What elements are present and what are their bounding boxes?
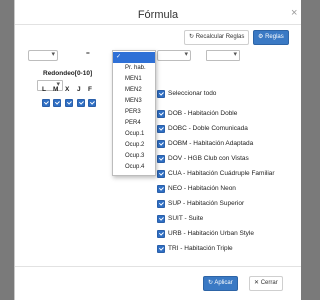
room-label: DOBC - Doble Comunicada: [168, 125, 248, 132]
dropdown-option[interactable]: MEN1: [113, 74, 155, 85]
room-label: NEO - Habitación Neon: [168, 185, 236, 192]
room-checkbox[interactable]: [157, 155, 165, 163]
dropdown-option[interactable]: Pr. hab.: [113, 63, 155, 74]
room-label: SUP - Habitación Superior: [168, 200, 245, 207]
dropdown-option-blank[interactable]: ✓: [113, 52, 155, 63]
formula-dropdown-list[interactable]: ✓ Pr. hab. MEN1 MEN2 MEN3 PER3 PER4 Ocup…: [112, 50, 156, 176]
redondeo-label: Redondeo[0-10]: [43, 70, 93, 77]
gear-icon: ⚙: [258, 34, 264, 40]
day-checkbox-j[interactable]: [77, 99, 85, 107]
room-checkbox[interactable]: [157, 215, 165, 223]
room-checkbox[interactable]: [157, 185, 165, 193]
dropdown-option[interactable]: Ocup.3: [113, 151, 155, 162]
checkmark-icon: ✓: [116, 54, 122, 60]
reglas-button[interactable]: ⚙ Reglas: [253, 30, 289, 45]
dropdown-option[interactable]: Ocup.2: [113, 140, 155, 151]
room-checkbox[interactable]: [157, 110, 165, 118]
day-label-j: J: [77, 86, 81, 93]
room-label: TRI - Habitación Triple: [168, 245, 233, 252]
day-label-f: F: [88, 86, 92, 93]
recalcular-reglas-label: Recalcular Reglas: [195, 34, 245, 40]
footer-divider: [15, 266, 301, 267]
close-label: Cerrar: [260, 280, 278, 286]
dropdown-option[interactable]: MEN2: [113, 85, 155, 96]
room-checkbox[interactable]: [157, 125, 165, 133]
room-checkbox[interactable]: [157, 140, 165, 148]
formula-select-1[interactable]: [28, 50, 58, 61]
header-divider: [15, 24, 301, 25]
room-label: DOV - HGB Club con Vistas: [168, 155, 249, 162]
apply-label: Aplicar: [214, 280, 233, 286]
day-checkbox-x[interactable]: [65, 99, 73, 107]
room-label: SUIT - Suite: [168, 215, 204, 222]
refresh-icon: ↻: [208, 280, 214, 286]
dropdown-option[interactable]: Ocup.4: [113, 162, 155, 173]
day-label-m: M: [53, 86, 59, 93]
dropdown-option[interactable]: Ocup.1: [113, 129, 155, 140]
room-checkbox[interactable]: [157, 170, 165, 178]
day-label-l: L: [42, 86, 46, 93]
room-checkbox[interactable]: [157, 245, 165, 253]
select-all-label: Seleccionar todo: [168, 90, 217, 97]
formula-input[interactable]: [206, 50, 240, 61]
day-label-x: X: [65, 86, 70, 93]
day-checkbox-m[interactable]: [53, 99, 61, 107]
close-x-icon: ✕: [254, 280, 260, 286]
recalcular-reglas-button[interactable]: ↻ Recalcular Reglas: [184, 30, 250, 45]
dropdown-option[interactable]: MEN3: [113, 96, 155, 107]
room-checkbox[interactable]: [157, 230, 165, 238]
close-button[interactable]: ✕ Cerrar: [249, 276, 283, 291]
day-checkbox-l[interactable]: [42, 99, 50, 107]
refresh-icon: ↻: [189, 34, 195, 40]
redondeo-input[interactable]: [37, 80, 63, 91]
formula-select-3[interactable]: [157, 50, 191, 61]
equals-sign: =: [86, 50, 90, 57]
apply-button[interactable]: ↻ Aplicar: [203, 276, 238, 291]
formula-modal: Fórmula × ↻ Recalcular Reglas ⚙ Reglas =…: [14, 0, 301, 300]
modal-title: Fórmula: [137, 9, 179, 21]
reglas-label: Reglas: [265, 34, 284, 40]
dropdown-option[interactable]: PER3: [113, 107, 155, 118]
room-label: DOBM - Habitación Adaptada: [168, 140, 254, 147]
day-checkbox-f[interactable]: [88, 99, 96, 107]
select-all-checkbox[interactable]: [157, 90, 165, 98]
room-label: DOB - Habitación Doble: [168, 110, 238, 117]
room-label: URB - Habitación Urban Style: [168, 230, 254, 237]
close-icon[interactable]: ×: [291, 7, 297, 19]
dropdown-option[interactable]: PER4: [113, 118, 155, 129]
room-label: CUA - Habitación Cuádruple Familiar: [168, 170, 275, 177]
room-checkbox[interactable]: [157, 200, 165, 208]
